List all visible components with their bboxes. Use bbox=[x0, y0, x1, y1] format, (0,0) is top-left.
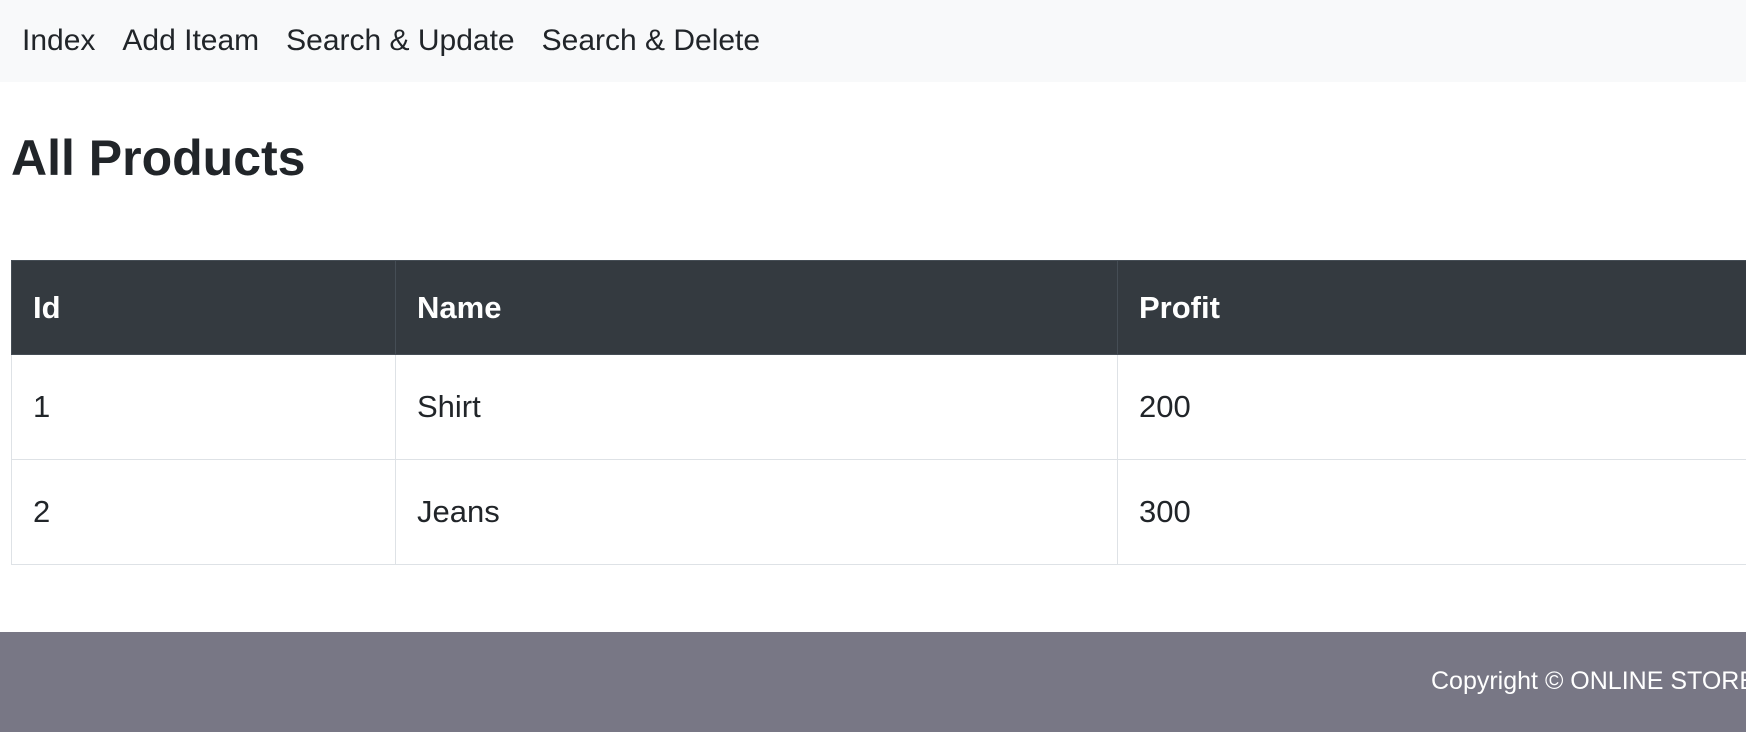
footer-copyright: Copyright © ONLINE STORE bbox=[1431, 667, 1746, 695]
cell-id: 1 bbox=[11, 354, 396, 460]
table-header-row: Id Name Profit bbox=[11, 260, 1746, 355]
nav-link-search-update[interactable]: Search & Update bbox=[286, 24, 514, 58]
nav-link-add-item[interactable]: Add Iteam bbox=[122, 24, 259, 58]
column-header-profit: Profit bbox=[1117, 260, 1746, 355]
cell-id: 2 bbox=[11, 459, 396, 565]
table-row: 2 Jeans 300 bbox=[11, 459, 1746, 565]
cell-name: Jeans bbox=[395, 459, 1118, 565]
page-title: All Products bbox=[11, 130, 306, 186]
cell-profit: 300 bbox=[1117, 459, 1746, 565]
table-header: Id Name Profit bbox=[11, 260, 1746, 355]
nav-link-search-delete[interactable]: Search & Delete bbox=[542, 24, 760, 58]
top-navbar: Index Add Iteam Search & Update Search &… bbox=[0, 0, 1746, 82]
footer: Copyright © ONLINE STORE bbox=[0, 632, 1746, 732]
nav-link-index[interactable]: Index bbox=[22, 24, 95, 58]
table-body: 1 Shirt 200 2 Jeans 300 bbox=[11, 354, 1746, 565]
column-header-id: Id bbox=[11, 260, 396, 355]
cell-profit: 200 bbox=[1117, 354, 1746, 460]
products-table: Id Name Profit 1 Shirt 200 2 Jeans 300 bbox=[11, 260, 1746, 565]
cell-name: Shirt bbox=[395, 354, 1118, 460]
column-header-name: Name bbox=[395, 260, 1118, 355]
table-row: 1 Shirt 200 bbox=[11, 354, 1746, 460]
